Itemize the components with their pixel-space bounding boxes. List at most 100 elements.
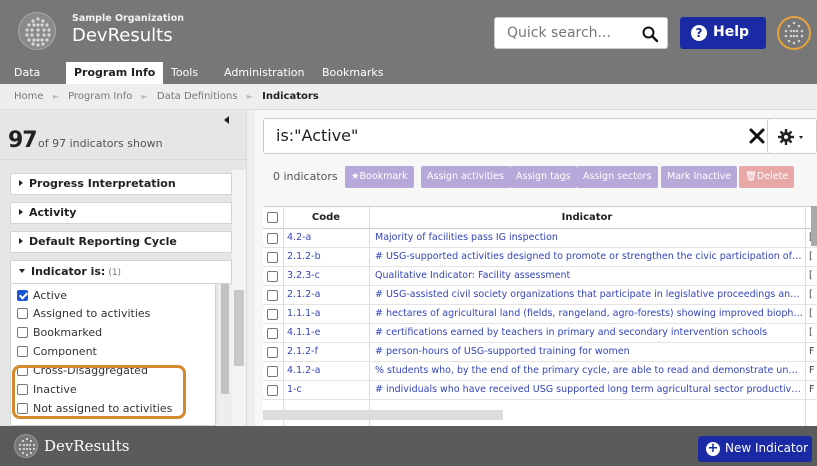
checkbox-icon[interactable]	[17, 308, 28, 319]
breadcrumb-indicators: Indicators	[262, 91, 319, 102]
checkbox-icon[interactable]	[17, 327, 28, 338]
table-row[interactable]: 2.1.2-f # person-hours of USG-supported …	[263, 343, 817, 362]
search-icon[interactable]	[641, 25, 659, 43]
row-indicator[interactable]: # individuals who have received USG supp…	[375, 381, 803, 399]
row-code[interactable]: 2.1.2-f	[287, 343, 318, 361]
sidebar-scrollbar[interactable]	[232, 170, 246, 426]
table-row[interactable]: 2.1.2-a # USG-assisted civil society org…	[263, 286, 817, 305]
gear-icon	[778, 129, 803, 145]
row-code[interactable]: 4.2-a	[287, 229, 311, 247]
caret-right-icon	[19, 180, 23, 186]
assign-tags-button[interactable]: Assign tags	[510, 166, 577, 188]
row-code[interactable]: 4.1.2-a	[287, 362, 320, 380]
row-indicator[interactable]: Qualitative Indicator: Facility assessme…	[375, 267, 803, 285]
row-indicator[interactable]: Majority of facilities pass IG inspectio…	[375, 229, 803, 247]
assign-activities-button[interactable]: Assign activities	[421, 166, 510, 188]
organization-name: Sample Organization	[72, 13, 184, 24]
quick-search-input[interactable]: Quick search...	[494, 17, 668, 49]
pane-divider[interactable]	[247, 110, 255, 426]
row-checkbox[interactable]	[267, 385, 278, 396]
tab-administration[interactable]: Administration	[224, 62, 305, 84]
tab-data[interactable]: Data	[14, 62, 40, 84]
column-header-code[interactable]: Code	[283, 207, 369, 229]
delete-button[interactable]: 🗑Delete	[739, 166, 795, 188]
devresults-logo-icon[interactable]	[18, 12, 56, 50]
table-row[interactable]: 4.1.2-a % students who, by the end of th…	[263, 362, 817, 381]
option-active[interactable]: Active	[11, 286, 217, 305]
row-code[interactable]: 2.1.2-a	[287, 286, 320, 304]
table-row[interactable]: 4.1.1-e # certifications earned by teach…	[263, 324, 817, 343]
tab-tools[interactable]: Tools	[171, 62, 198, 84]
plus-circle-icon: +	[706, 441, 720, 456]
app-name: DevResults	[72, 25, 173, 46]
caret-down-icon	[19, 269, 25, 273]
row-checkbox[interactable]	[267, 252, 278, 263]
row-indicator[interactable]: # hectares of agricultural land (fields,…	[375, 305, 803, 323]
new-indicator-label: New Indicator	[725, 441, 809, 455]
tab-bookmarks[interactable]: Bookmarks	[322, 62, 383, 84]
row-indicator[interactable]: # USG-supported activities designed to p…	[375, 248, 803, 266]
mark-inactive-button[interactable]: Mark Inactive	[661, 166, 738, 188]
row-checkbox[interactable]	[267, 347, 278, 358]
row-code[interactable]: 3.2.3-c	[287, 267, 320, 285]
help-button[interactable]: ? Help	[680, 17, 766, 49]
options-scrollbar-thumb[interactable]	[221, 284, 229, 394]
option-bookmarked[interactable]: Bookmarked	[11, 323, 217, 342]
row-code[interactable]: 1-c	[287, 381, 302, 399]
clear-search-icon[interactable]	[748, 127, 766, 145]
table-row[interactable]: 1.1.1-a # hectares of agricultural land …	[263, 305, 817, 324]
table-vertical-scrollbar[interactable]	[811, 206, 817, 246]
column-header-indicator[interactable]: Indicator	[369, 207, 805, 229]
breadcrumb-data-definitions[interactable]: Data Definitions	[157, 84, 238, 110]
indicator-search-input[interactable]: is:"Active"	[263, 118, 799, 154]
row-checkbox[interactable]	[267, 271, 278, 282]
row-checkbox[interactable]	[267, 309, 278, 320]
bulk-actions-toolbar: 0 indicators ★Bookmark Assign activities…	[263, 166, 817, 190]
table-header: Code Indicator	[263, 207, 817, 229]
row-code[interactable]: 1.1.1-a	[287, 305, 320, 323]
row-indicator[interactable]: % students who, by the end of the primar…	[375, 362, 803, 380]
tab-program-info[interactable]: Program Info	[66, 62, 164, 84]
row-extra: F	[809, 346, 815, 357]
user-avatar[interactable]	[777, 16, 811, 50]
table-row[interactable]: 1-c # individuals who have received USG …	[263, 381, 817, 400]
row-code[interactable]: 2.1.2-b	[287, 248, 321, 266]
settings-dropdown-button[interactable]	[767, 118, 817, 154]
bookmark-button[interactable]: ★Bookmark	[345, 166, 414, 188]
new-indicator-button[interactable]: + New Indicator	[698, 436, 812, 462]
row-indicator[interactable]: # person-hours of USG-supported training…	[375, 343, 803, 361]
table-row[interactable]: 3.2.3-c Qualitative Indicator: Facility …	[263, 267, 817, 286]
options-scrollbar[interactable]	[218, 284, 232, 426]
table-row[interactable]: 4.2-a Majority of facilities pass IG ins…	[263, 229, 817, 248]
option-assigned-to-activities[interactable]: Assigned to activities	[11, 304, 217, 323]
option-label: Component	[33, 345, 97, 358]
row-indicator[interactable]: # USG-assisted civil society organizatio…	[375, 286, 803, 304]
option-label: Active	[33, 289, 68, 302]
option-label: Bookmarked	[33, 326, 103, 339]
row-checkbox[interactable]	[267, 328, 278, 339]
row-extra: [	[809, 270, 813, 281]
filter-indicator-is[interactable]: Indicator is: (1)	[10, 260, 232, 284]
breadcrumb-program-info[interactable]: Program Info	[68, 84, 132, 110]
filter-progress-interpretation[interactable]: Progress Interpretation	[10, 173, 232, 195]
row-checkbox[interactable]	[267, 366, 278, 377]
checkbox-icon[interactable]	[17, 346, 28, 357]
row-checkbox[interactable]	[267, 233, 278, 244]
assign-sectors-button[interactable]: Assign sectors	[577, 166, 658, 188]
select-all-checkbox[interactable]	[267, 212, 278, 223]
row-code[interactable]: 4.1.1-e	[287, 324, 320, 342]
collapse-sidebar-icon[interactable]	[224, 116, 229, 124]
checkbox-checked-icon[interactable]	[17, 290, 28, 301]
row-indicator[interactable]: # certifications earned by teachers in p…	[375, 324, 803, 342]
row-checkbox[interactable]	[267, 290, 278, 301]
table-row[interactable]: 2.1.2-b # USG-supported activities desig…	[263, 248, 817, 267]
search-query-text: is:"Active"	[276, 126, 359, 145]
sidebar-scrollbar-thumb[interactable]	[234, 290, 244, 366]
row-extra: [	[809, 308, 813, 319]
filter-activity[interactable]: Activity	[10, 202, 232, 224]
quick-search-placeholder: Quick search...	[507, 25, 611, 41]
filter-default-reporting-cycle[interactable]: Default Reporting Cycle	[10, 231, 232, 253]
breadcrumb-home[interactable]: Home	[14, 84, 44, 110]
option-component[interactable]: Component	[11, 342, 217, 361]
table-horizontal-scrollbar[interactable]	[263, 410, 503, 420]
